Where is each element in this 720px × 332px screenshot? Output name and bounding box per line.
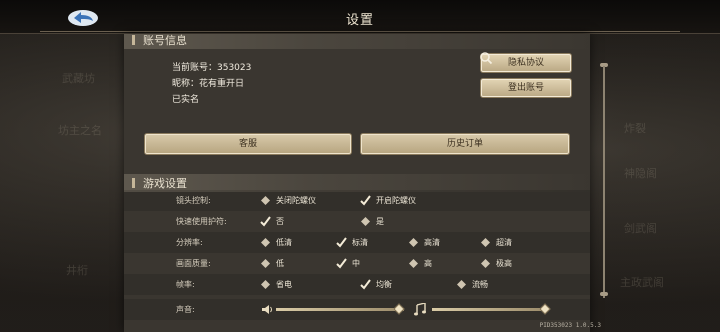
background-label: 井桁: [66, 264, 88, 277]
diamond-icon: [457, 280, 466, 289]
settings-row-label: 镜头控制:: [176, 196, 211, 205]
checkmark-icon: [336, 258, 347, 269]
diamond-icon: [261, 238, 270, 247]
sound-volume-slider[interactable]: [276, 303, 405, 315]
search-icon: [480, 52, 493, 65]
checkmark-icon: [336, 237, 347, 248]
settings-row-label: 画面质量:: [176, 259, 211, 268]
option-label: 是: [376, 217, 384, 226]
scrollbar-bottom-cap: [600, 292, 608, 296]
checkmark-icon: [360, 195, 371, 206]
option-label: 流畅: [472, 280, 488, 289]
option-label: 标清: [352, 238, 368, 247]
diamond-icon: [361, 217, 370, 226]
option-label: 关闭陀螺仪: [276, 196, 316, 205]
scrollbar[interactable]: [603, 66, 605, 298]
sound-slider-knob[interactable]: [393, 303, 405, 315]
game-section-title: 游戏设置: [143, 177, 187, 190]
account-section-header: 账号信息: [124, 34, 590, 49]
diamond-icon: [261, 280, 270, 289]
settings-row: 镜头控制: 关闭陀螺仪 开启陀螺仪: [124, 190, 590, 211]
diamond-icon: [261, 196, 270, 205]
option-label: 低: [276, 259, 284, 268]
music-volume-slider[interactable]: [432, 303, 551, 315]
settings-row: 分辨率: 低清 标清 高清 超清: [124, 232, 590, 253]
background-label: 坊主之名: [58, 124, 102, 137]
logout-button-label: 登出账号: [507, 83, 544, 93]
background-label: 武藏坊: [62, 72, 95, 85]
customer-service-button[interactable]: 客服: [144, 133, 352, 155]
nickname-text: 昵称：花有重开日: [172, 79, 245, 89]
option-label: 超清: [496, 238, 512, 247]
section-accent: [132, 35, 135, 45]
section-accent: [132, 178, 135, 188]
option-label: 中: [352, 259, 360, 268]
customer-service-label: 客服: [238, 139, 257, 149]
sound-row: 声音:: [124, 299, 590, 320]
music-slider-knob[interactable]: [538, 303, 551, 315]
settings-row-label: 快速使用护符:: [176, 217, 227, 226]
background-label: 剑武阁: [624, 222, 657, 235]
privacy-button-label: 隐私协议: [507, 58, 544, 68]
settings-row: 帧率: 省电 均衡 流畅: [124, 274, 590, 295]
option-label: 省电: [276, 280, 292, 289]
header-divider: [40, 31, 680, 32]
real-name-status: 已实名: [172, 95, 200, 105]
option-label: 否: [276, 217, 284, 226]
checkmark-icon: [260, 216, 271, 227]
option-label: 低清: [276, 238, 292, 247]
settings-panel: 账号信息 当前账号：353023 昵称：花有重开日 已实名 隐私协议 登出账号 …: [124, 34, 590, 332]
music-note-icon: [414, 303, 426, 316]
option-label: 高: [424, 259, 432, 268]
diamond-icon: [409, 259, 418, 268]
current-account-text: 当前账号：353023: [172, 63, 252, 73]
option-label: 高清: [424, 238, 440, 247]
background-label: 神隐阁: [624, 167, 657, 180]
option-label: 极高: [496, 259, 512, 268]
sound-label: 声音:: [176, 305, 195, 314]
order-history-label: 历史订单: [446, 139, 483, 149]
order-history-button[interactable]: 历史订单: [360, 133, 570, 155]
checkmark-icon: [360, 279, 371, 290]
settings-row: 快速使用护符: 否 是: [124, 211, 590, 232]
diamond-icon: [261, 259, 270, 268]
diamond-icon: [409, 238, 418, 247]
top-bar: 设置: [0, 0, 720, 34]
background-label: 主政武阁: [620, 276, 664, 289]
privacy-button[interactable]: 隐私协议: [480, 52, 572, 73]
page-title: 设置: [345, 13, 374, 28]
logout-button[interactable]: 登出账号: [480, 78, 572, 98]
settings-row-label: 分辨率:: [176, 238, 203, 247]
settings-row: 画面质量: 低 中 高 极高: [124, 253, 590, 274]
option-label: 均衡: [376, 280, 392, 289]
speaker-icon: [262, 305, 272, 314]
option-label: 开启陀螺仪: [376, 196, 416, 205]
account-section-title: 账号信息: [143, 34, 187, 47]
build-id-text: PID353023 1.0.5.3: [539, 322, 601, 329]
settings-row-label: 帧率:: [176, 280, 195, 289]
background-label: 炸裂: [624, 122, 646, 135]
diamond-icon: [481, 259, 490, 268]
diamond-icon: [481, 238, 490, 247]
